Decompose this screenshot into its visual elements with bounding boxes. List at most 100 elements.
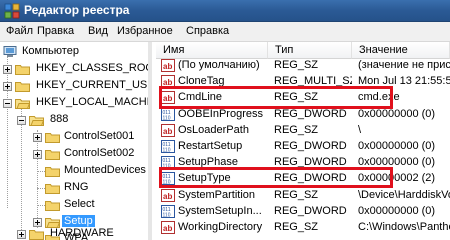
value-data: 0x00000002 (2): [358, 172, 436, 185]
value-row[interactable]: 011 110 OOBEInProgress REG_DWORD 0x00000000 …: [156, 107, 450, 123]
svg-text:ab: ab: [163, 94, 172, 103]
tree-item-label: ControlSet002: [64, 147, 135, 159]
tree-item-label: HKEY_CLASSES_ROOT: [36, 62, 152, 74]
value-type: REG_DWORD: [274, 140, 347, 152]
string-value-icon: ab: [161, 123, 175, 137]
svg-text:ab: ab: [163, 78, 172, 87]
string-value-icon: ab: [161, 59, 175, 72]
value-data: 0x00000000 (0): [358, 156, 436, 169]
collapse-icon[interactable]: [17, 116, 26, 125]
value-name: SetupPhase: [178, 156, 238, 169]
tree-item-label: Компьютер: [22, 45, 79, 57]
values-list[interactable]: Имя Тип Значение ab (По умолчанию) REG_SZ (…: [156, 42, 450, 240]
tree-connector: [37, 205, 45, 206]
window-title: Редактор реестра: [24, 3, 130, 17]
value-name: OsLoaderPath: [178, 123, 249, 136]
tree-item-label: 888: [50, 113, 69, 125]
binary-value-icon: 011110: [161, 156, 175, 170]
tree-item-label: Setup: [62, 215, 95, 227]
value-name: OOBEInProgress: [178, 107, 263, 120]
tree-item-label: Select: [64, 198, 95, 210]
binary-value-icon: 011110: [161, 204, 175, 218]
value-type: REG_DWORD: [274, 107, 347, 120]
svg-text:ab: ab: [163, 224, 172, 233]
svg-text:110: 110: [163, 212, 171, 218]
value-type: REG_MULTI_SZ: [274, 75, 352, 88]
column-header-type[interactable]: Тип: [268, 42, 352, 59]
value-data: cmd.exe: [358, 91, 400, 104]
value-type: REG_DWORD: [274, 156, 347, 169]
expand-icon[interactable]: [3, 65, 12, 74]
menu-file[interactable]: Файл: [6, 25, 33, 37]
value-name: SystemSetupIn...: [178, 204, 262, 217]
value-data: \Device\HarddiskVolu: [358, 188, 450, 201]
value-row[interactable]: ab WorkingDirectory REG_SZ C:\Windows\Panth…: [156, 220, 450, 236]
svg-text:110: 110: [163, 164, 171, 170]
value-type: REG_SZ: [274, 91, 319, 104]
tree-item-label: ControlSet001: [64, 130, 135, 142]
expand-icon[interactable]: [17, 230, 26, 239]
value-data: Mon Jul 13 21:55:53 2: [358, 75, 450, 88]
folder-icon: [45, 133, 60, 143]
value-name: (По умолчанию): [178, 59, 260, 71]
value-name: SetupType: [178, 172, 231, 185]
svg-text:ab: ab: [163, 192, 172, 201]
folder-icon: [15, 65, 30, 75]
menu-edit[interactable]: Правка: [37, 25, 74, 37]
value-row[interactable]: ab OsLoaderPath REG_SZ \: [156, 123, 450, 139]
collapse-icon[interactable]: [3, 99, 12, 108]
string-value-icon: ab: [161, 75, 175, 89]
folder-icon: [45, 184, 60, 194]
folder-icon: [45, 167, 60, 177]
computer-icon: [3, 46, 17, 57]
tree-item-label: RNG: [64, 181, 89, 193]
value-row[interactable]: ab CloneTag REG_MULTI_SZ Mon Jul 13 21:55:5…: [156, 74, 450, 90]
binary-value-icon: 011110: [161, 172, 175, 186]
menu-view[interactable]: Вид: [88, 25, 108, 37]
expand-icon[interactable]: [33, 133, 42, 142]
menu-favorites[interactable]: Избранное: [117, 25, 173, 37]
tree-connector: [37, 171, 45, 172]
value-row[interactable]: 011 110 SetupPhase REG_DWORD 0x00000000 (0): [156, 155, 450, 171]
value-name: CloneTag: [178, 75, 225, 88]
value-type: REG_DWORD: [274, 172, 347, 185]
value-row[interactable]: 011 110 RestartSetup REG_DWORD 0x00000000 (0…: [156, 139, 450, 155]
value-name: WorkingDirectory: [178, 221, 263, 233]
open-folder-icon: [29, 116, 44, 126]
value-row[interactable]: ab (По умолчанию) REG_SZ (значение не присв…: [156, 58, 450, 74]
column-header-name[interactable]: Имя: [156, 42, 268, 59]
expand-icon[interactable]: [33, 218, 42, 227]
value-data: 0x00000000 (0): [358, 107, 436, 120]
value-type: REG_DWORD: [274, 204, 347, 217]
value-name: SystemPartition: [178, 188, 256, 201]
tree-connector: [37, 188, 45, 189]
tree-item-label: HKEY_CURRENT_USER: [36, 79, 152, 91]
tree-connector: [7, 52, 8, 208]
value-data: 0x00000000 (0): [358, 140, 436, 152]
value-data: (значение не присво: [358, 59, 450, 71]
svg-text:ab: ab: [163, 127, 172, 136]
expand-icon[interactable]: [3, 82, 12, 91]
registry-editor-icon: [4, 3, 20, 19]
value-row[interactable]: 011 110 SetupType REG_DWORD 0x00000002 (2): [156, 171, 450, 187]
value-name: RestartSetup: [178, 140, 243, 152]
expand-icon[interactable]: [33, 150, 42, 159]
value-type: REG_SZ: [274, 59, 319, 71]
svg-text:110: 110: [163, 180, 171, 186]
menu-help[interactable]: Справка: [186, 25, 229, 37]
value-row[interactable]: 011 110 SystemSetupIn... REG_DWORD 0x0000000…: [156, 204, 450, 220]
binary-value-icon: 011110: [161, 107, 175, 121]
value-row[interactable]: ab SystemPartition REG_SZ \Device\HarddiskV…: [156, 188, 450, 204]
open-folder-icon: [15, 99, 30, 109]
key-tree[interactable]: Компьютер HKEY_CLASSES_ROOT HKEY_CURRENT…: [0, 42, 152, 240]
value-row[interactable]: ab CmdLine REG_SZ cmd.exe: [156, 90, 450, 106]
value-name: CmdLine: [178, 91, 223, 104]
binary-value-icon: 011110: [161, 140, 175, 153]
column-header-value[interactable]: Значение: [352, 42, 450, 59]
string-value-icon: ab: [161, 91, 175, 105]
folder-icon: [45, 201, 60, 211]
tree-item-label: HARDWARE: [50, 227, 114, 239]
tree-item-label: MountedDevices: [64, 164, 146, 176]
folder-icon: [29, 230, 44, 240]
tree-item-label: HKEY_LOCAL_MACHINE: [36, 96, 150, 108]
